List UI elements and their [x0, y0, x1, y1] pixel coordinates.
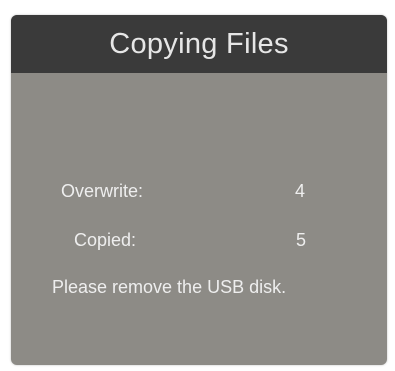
overwrite-label: Overwrite: — [61, 181, 144, 201]
dialog-title: Copying Files — [109, 27, 289, 60]
copied-count: 5 — [296, 230, 307, 250]
copied-label: Copied: — [74, 230, 137, 250]
overwrite-count: 4 — [295, 181, 306, 201]
dialog-title-bar: Copying Files — [11, 15, 387, 73]
copying-files-dialog: Copying Files Overwrite: 4 Copied: 5 Ple… — [11, 15, 387, 365]
remove-usb-message: Please remove the USB disk. — [52, 277, 287, 297]
